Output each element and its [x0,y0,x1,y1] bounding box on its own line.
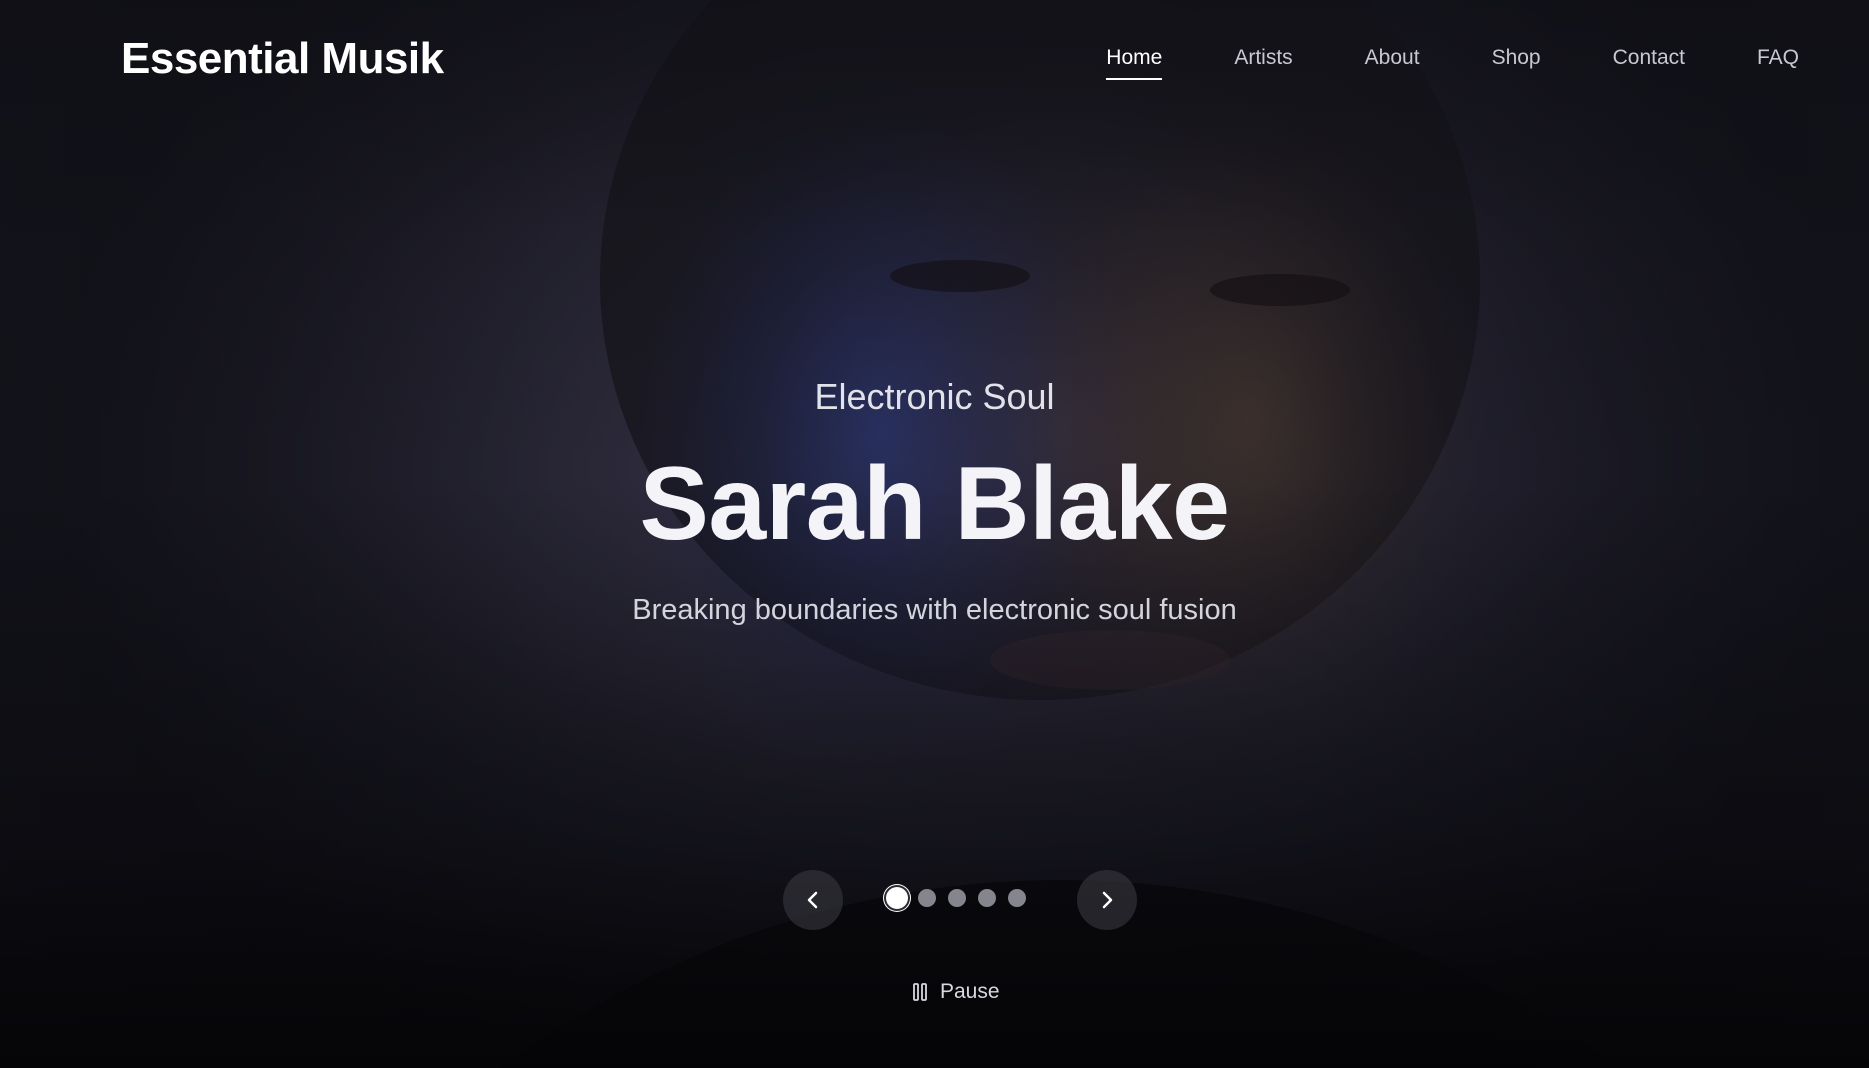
main-nav: Home Artists About Shop Contact FAQ [1034,46,1799,80]
carousel-indicators [886,887,1038,909]
carousel-dot-5[interactable] [1008,889,1026,907]
chevron-right-icon [1102,891,1113,909]
carousel-dot-1[interactable] [886,887,908,909]
site-logo[interactable]: Essential Musik [121,34,444,84]
hero-artist-name: Sarah Blake [639,446,1230,562]
carousel-dot-4[interactable] [978,889,996,907]
nav-contact[interactable]: Contact [1613,46,1685,80]
nav-artists[interactable]: Artists [1234,46,1292,80]
pause-icon [912,982,928,1002]
nav-shop[interactable]: Shop [1492,46,1541,80]
hero-genre: Electronic Soul [814,376,1055,417]
nav-home[interactable]: Home [1106,46,1163,80]
nav-about[interactable]: About [1365,46,1420,80]
nav-faq[interactable]: FAQ [1757,46,1799,80]
carousel-dot-2[interactable] [918,889,936,907]
carousel-next-button[interactable] [1077,870,1137,930]
carousel-pause-button[interactable]: Pause [912,980,1000,1004]
hero-tagline: Breaking boundaries with electronic soul… [632,594,1237,626]
carousel-dot-3[interactable] [948,889,966,907]
chevron-left-icon [807,891,818,909]
carousel-prev-button[interactable] [783,870,843,930]
hero-section: Essential Musik Home Artists About Shop … [0,0,1869,1068]
pause-label: Pause [940,980,1000,1003]
